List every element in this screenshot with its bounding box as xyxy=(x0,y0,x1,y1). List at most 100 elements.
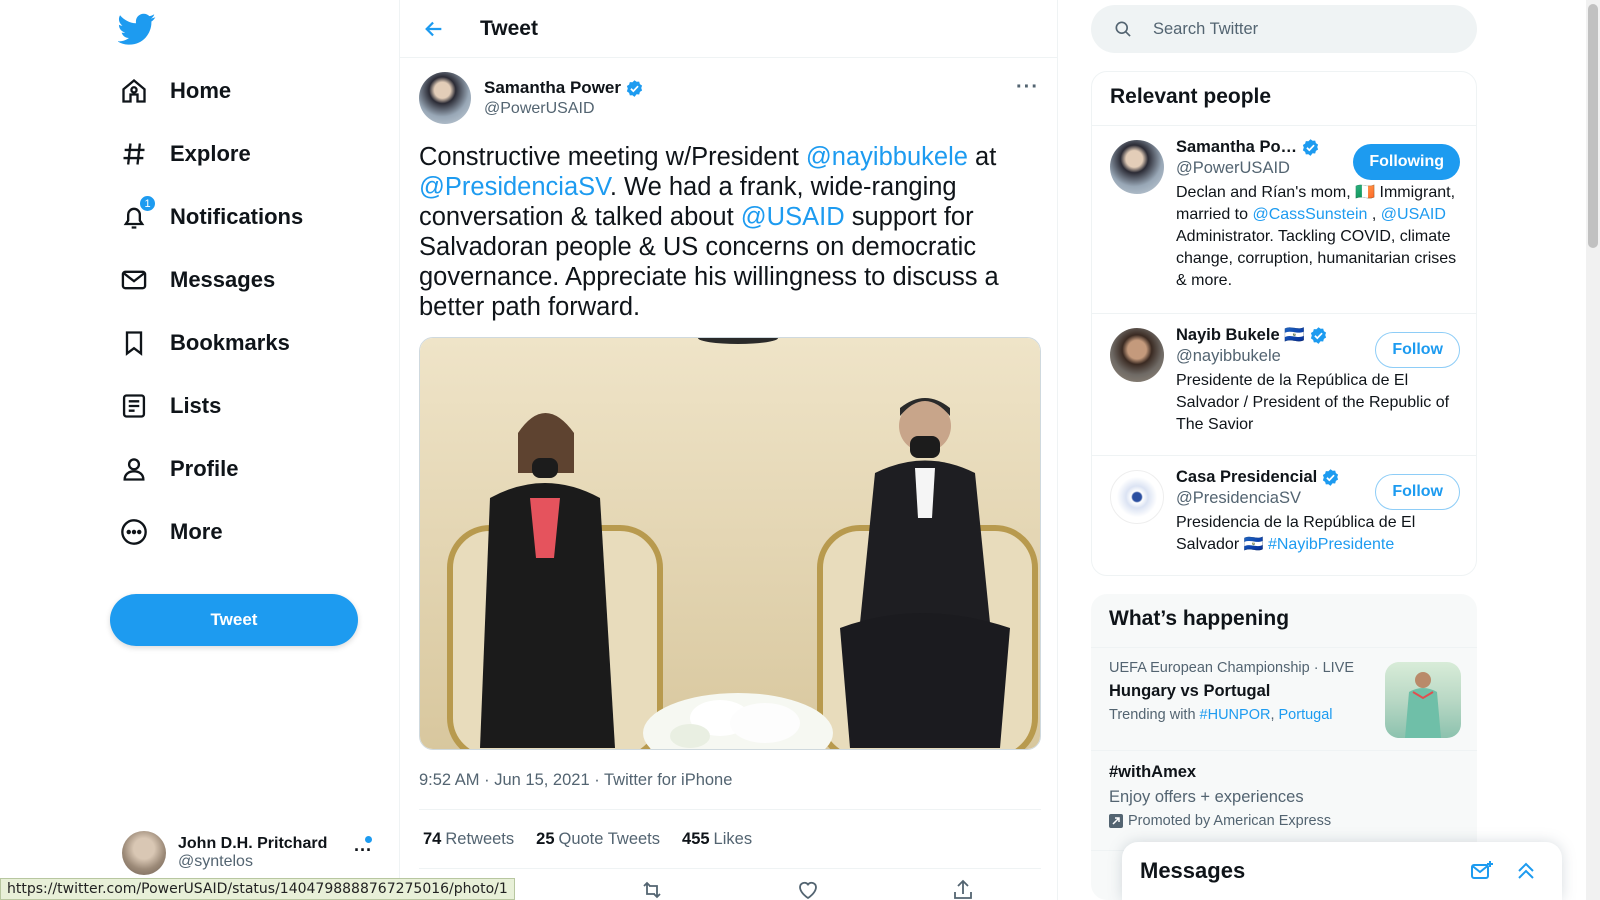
follow-button[interactable]: Follow xyxy=(1375,332,1460,368)
relevant-person[interactable]: Nayib Bukele 🇸🇻 @nayibbukele Presidente … xyxy=(1092,314,1476,456)
nav-notifications[interactable]: 1 Notifications xyxy=(120,192,303,242)
share-icon[interactable] xyxy=(951,878,975,900)
verified-badge-icon xyxy=(626,79,643,97)
nav-profile-label: Profile xyxy=(170,456,239,481)
trend-link[interactable]: Portugal xyxy=(1279,707,1333,723)
relevant-person[interactable]: Casa Presidencial @PresidenciaSV Preside… xyxy=(1092,456,1476,575)
search-input[interactable] xyxy=(1153,19,1453,39)
nav-notifications-label: Notifications xyxy=(170,204,304,229)
new-message-icon[interactable] xyxy=(1470,859,1494,883)
nav-explore[interactable]: Explore xyxy=(120,129,251,179)
relevant-people-title: Relevant people xyxy=(1092,72,1476,126)
mention-link[interactable]: @nayibbukele xyxy=(806,143,968,171)
relevant-person[interactable]: Samantha Po… @PowerUSAID Declan and Rían… xyxy=(1092,126,1476,314)
tweet-date[interactable]: Jun 15, 2021 xyxy=(494,771,589,789)
mention-link[interactable]: @PresidenciaSV xyxy=(419,173,610,201)
author-handle: @PowerUSAID xyxy=(484,100,595,117)
tweet-stats: 74 Retweets 25 Quote Tweets 455 Likes xyxy=(419,809,1041,869)
search-box[interactable] xyxy=(1091,5,1477,53)
follow-button[interactable]: Follow xyxy=(1375,474,1460,510)
person-avatar[interactable] xyxy=(1110,470,1164,524)
promoted-line: Promoted by American Express xyxy=(1109,813,1459,829)
account-more-icon[interactable]: ··· xyxy=(354,840,372,861)
account-switcher[interactable]: John D.H. Pritchard @syntelos ··· xyxy=(122,830,382,876)
notification-badge: 1 xyxy=(139,195,156,212)
bio-text: Administrator. Tackling COVID, climate c… xyxy=(1176,228,1457,289)
back-arrow-icon[interactable] xyxy=(416,11,452,47)
tweet-detail-column: Tweet Samantha Power @PowerUSAID ··· Con… xyxy=(399,0,1058,900)
mention-link[interactable]: @USAID xyxy=(1381,206,1446,223)
person-avatar[interactable] xyxy=(1110,328,1164,382)
tweet-text-part: at xyxy=(967,143,997,171)
hashtag-link[interactable]: #NayibPresidente xyxy=(1268,536,1394,553)
nav-explore-label: Explore xyxy=(170,141,251,166)
retweets-label: Retweets xyxy=(445,829,515,848)
following-button[interactable]: Following xyxy=(1353,144,1460,180)
nav-messages[interactable]: Messages xyxy=(120,255,275,305)
nav-lists[interactable]: Lists xyxy=(120,381,221,431)
twitter-logo-icon[interactable] xyxy=(118,10,156,48)
main-header: Tweet xyxy=(400,0,1057,58)
trend-description: Enjoy offers + experiences xyxy=(1109,788,1304,806)
browser-status-url: https://twitter.com/PowerUSAID/status/14… xyxy=(0,878,515,900)
search-icon xyxy=(1115,21,1131,37)
tweet-meta: 9:52 AM · Jun 15, 2021 · Twitter for iPh… xyxy=(419,771,733,789)
list-icon xyxy=(120,392,148,420)
tweet-author[interactable]: Samantha Power @PowerUSAID xyxy=(419,72,644,124)
relevant-people-panel: Relevant people Samantha Po… @PowerUSAID… xyxy=(1091,71,1477,576)
promoted-trend-item[interactable]: #withAmex Enjoy offers + experiences Pro… xyxy=(1091,751,1477,851)
scrollbar-thumb[interactable] xyxy=(1588,4,1598,248)
trend-sep: , xyxy=(1270,707,1279,723)
author-avatar[interactable] xyxy=(419,72,471,124)
mention-link[interactable]: @CassSunstein xyxy=(1252,206,1367,223)
nav-messages-label: Messages xyxy=(170,267,276,292)
home-icon xyxy=(120,77,148,105)
person-avatar[interactable] xyxy=(1110,140,1164,194)
author-name[interactable]: Samantha Power xyxy=(484,78,621,98)
retweets-count: 74 xyxy=(423,829,442,848)
hashtag-icon xyxy=(120,140,148,168)
quote-tweets-stat[interactable]: 25 Quote Tweets xyxy=(536,830,660,849)
retweet-icon[interactable] xyxy=(640,878,664,900)
tweet-time[interactable]: 9:52 AM xyxy=(419,771,480,789)
trend-thumbnail xyxy=(1385,662,1461,738)
likes-stat[interactable]: 455 Likes xyxy=(682,830,752,849)
verified-badge-icon xyxy=(1310,327,1326,344)
mention-link[interactable]: @USAID xyxy=(741,203,845,231)
person-icon xyxy=(120,455,148,483)
chevron-up-icon[interactable] xyxy=(1514,859,1538,883)
tweet-photo[interactable] xyxy=(419,337,1041,750)
whats-happening-title: What’s happening xyxy=(1091,594,1477,648)
tweet-more-icon[interactable]: ··· xyxy=(1016,76,1039,99)
more-circle-icon xyxy=(120,518,148,546)
compose-tweet-button[interactable]: Tweet xyxy=(110,594,358,646)
tweet-text: Constructive meeting w/President @nayibb… xyxy=(419,142,1039,322)
promoted-icon xyxy=(1109,814,1123,828)
person-name[interactable]: Nayib Bukele 🇸🇻 xyxy=(1176,326,1305,345)
account-avatar xyxy=(122,831,166,875)
nav-profile[interactable]: Profile xyxy=(120,444,238,494)
hashtag-link[interactable]: #HUNPOR xyxy=(1200,707,1271,723)
envelope-icon xyxy=(120,266,148,294)
account-name: John D.H. Pritchard xyxy=(178,835,328,852)
likes-count: 455 xyxy=(682,829,710,848)
person-name[interactable]: Samantha Po… xyxy=(1176,138,1297,157)
likes-label: Likes xyxy=(713,829,753,848)
quotes-label: Quote Tweets xyxy=(558,829,661,848)
nav-more[interactable]: More xyxy=(120,507,223,557)
retweets-stat[interactable]: 74 Retweets xyxy=(423,830,514,849)
like-icon[interactable] xyxy=(796,878,820,900)
nav-more-label: More xyxy=(170,519,223,544)
bio-text: , xyxy=(1367,206,1381,223)
page-scrollbar[interactable] xyxy=(1586,0,1600,900)
promoted-by: Promoted by American Express xyxy=(1128,813,1332,829)
nav-home[interactable]: Home xyxy=(120,66,231,116)
trend-title: #withAmex xyxy=(1109,763,1197,781)
trend-item[interactable]: UEFA European Championship · LIVE Hungar… xyxy=(1091,648,1477,751)
nav-home-label: Home xyxy=(170,78,232,103)
person-name[interactable]: Casa Presidencial xyxy=(1176,468,1317,487)
messages-drawer[interactable]: Messages xyxy=(1122,842,1562,900)
person-bio: Declan and Rían's mom, 🇮🇪 Immigrant, mar… xyxy=(1176,182,1460,292)
nav-bookmarks[interactable]: Bookmarks xyxy=(120,318,290,368)
tweet-source[interactable]: Twitter for iPhone xyxy=(604,771,732,789)
